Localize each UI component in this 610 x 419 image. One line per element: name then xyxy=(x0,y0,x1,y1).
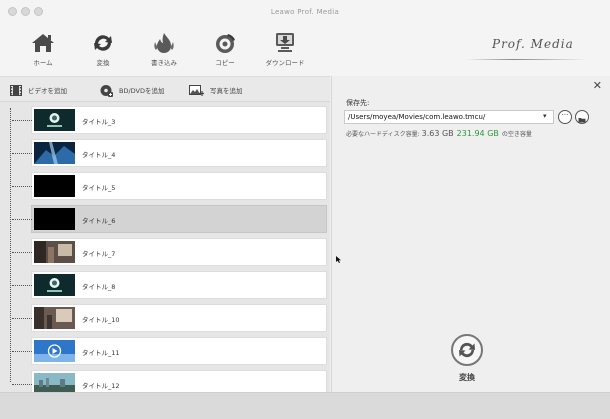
disk-required-value: 3.63 GB xyxy=(421,129,454,138)
tree-branch xyxy=(12,219,32,220)
title-row[interactable]: タイトル_8 xyxy=(12,271,327,299)
title-name: タイトル_12 xyxy=(82,382,120,390)
chevron-down-icon[interactable]: ▾ xyxy=(543,112,547,120)
mouse-cursor-icon xyxy=(336,256,341,263)
convert-icon xyxy=(459,342,475,358)
copy-disc-icon xyxy=(216,34,235,53)
tree-branch xyxy=(12,186,32,187)
title-name: タイトル_3 xyxy=(82,118,116,126)
disk-free-label: の空き容量 xyxy=(501,131,532,138)
tab-convert-label: 変換 xyxy=(96,59,110,67)
app-window: Leawo Prof. Media ホーム 変換 書き込み コピー ダウンロード… xyxy=(0,0,610,419)
tab-home-label: ホーム xyxy=(33,59,53,67)
add-photo-button[interactable]: 写真を追加 xyxy=(189,83,243,97)
tab-burn-label: 書き込み xyxy=(151,59,177,67)
disk-free-value: 231.94 GB xyxy=(456,129,499,138)
tree-branch xyxy=(12,384,32,385)
title-row[interactable]: タイトル_11 xyxy=(12,337,327,365)
status-bar xyxy=(0,392,610,419)
title-thumbnail xyxy=(34,142,75,164)
tree-branch xyxy=(12,252,32,253)
title-name: タイトル_4 xyxy=(82,151,116,159)
add-video-button[interactable]: ビデオを追加 xyxy=(10,83,67,97)
save-to-label: 保存先: xyxy=(346,99,370,107)
main-toolbar: ホーム 変換 書き込み コピー ダウンロード Prof. Media xyxy=(0,24,610,76)
save-path-select[interactable]: /Users/moyea/Movies/com.leawo.tmcu/ xyxy=(344,110,554,124)
tree-branch xyxy=(12,153,32,154)
title-name: タイトル_7 xyxy=(82,250,116,258)
tab-home[interactable]: ホーム xyxy=(17,32,69,67)
window-title: Leawo Prof. Media xyxy=(270,8,340,16)
title-row[interactable]: タイトル_3 xyxy=(12,106,327,134)
title-row[interactable]: タイトル_7 xyxy=(12,238,327,266)
title-thumbnail xyxy=(34,307,75,329)
title-row[interactable]: タイトル_6 xyxy=(12,205,327,233)
tree-branch xyxy=(12,120,32,121)
folder-icon xyxy=(578,118,586,123)
film-icon xyxy=(10,84,22,96)
add-media-bar: ビデオを追加 BD/DVDを追加 写真を追加 xyxy=(0,76,330,102)
tree-branch xyxy=(12,351,32,352)
tree-branch xyxy=(12,318,32,319)
title-name: タイトル_8 xyxy=(82,283,116,291)
title-list: タイトル_3 タイトル_4 タイトル_5 タイトル_6 タイトル_7 タイトル_8 タイトル… xyxy=(0,102,330,398)
add-photo-label: 写真を追加 xyxy=(210,87,243,95)
title-thumbnail xyxy=(34,208,75,230)
convert-icon xyxy=(94,35,112,51)
title-thumbnail xyxy=(34,109,75,131)
add-bd-dvd-button[interactable]: BD/DVDを追加 xyxy=(100,83,165,97)
title-name: タイトル_5 xyxy=(82,184,116,192)
title-thumbnail xyxy=(34,241,75,263)
home-icon xyxy=(32,34,54,52)
add-bd-dvd-label: BD/DVDを追加 xyxy=(119,87,165,95)
logo-underline xyxy=(466,59,586,60)
tab-download-label: ダウンロード xyxy=(265,59,305,67)
disc-add-icon xyxy=(100,84,113,97)
title-thumbnail xyxy=(34,274,75,296)
app-logo: Prof. Media xyxy=(492,37,574,51)
tab-burn[interactable]: 書き込み xyxy=(138,32,190,67)
title-thumbnail xyxy=(34,175,75,197)
tab-convert[interactable]: 変換 xyxy=(77,32,129,67)
disk-space-info: 必要なハードディスク容量: 3.63 GB 231.94 GB の空き容量 xyxy=(346,129,532,138)
title-row[interactable]: タイトル_5 xyxy=(12,172,327,200)
convert-button[interactable] xyxy=(451,334,483,366)
more-options-button[interactable]: ··· xyxy=(558,110,572,124)
tab-download[interactable]: ダウンロード xyxy=(259,32,311,67)
output-panel: ✕ 保存先: /Users/moyea/Movies/com.leawo.tmc… xyxy=(331,76,610,392)
title-name: タイトル_11 xyxy=(82,349,120,357)
title-row[interactable]: タイトル_4 xyxy=(12,139,327,167)
title-name: タイトル_10 xyxy=(82,316,120,324)
convert-label: 変換 xyxy=(459,373,475,382)
open-folder-button[interactable] xyxy=(575,110,589,124)
burn-icon xyxy=(154,33,174,53)
add-video-label: ビデオを追加 xyxy=(28,87,67,95)
close-panel-icon[interactable]: ✕ xyxy=(593,79,602,92)
photo-add-icon xyxy=(189,84,204,96)
title-bar: Leawo Prof. Media xyxy=(0,0,610,24)
tab-copy-label: コピー xyxy=(215,59,235,67)
tab-copy[interactable]: コピー xyxy=(199,32,251,67)
disk-required-label: 必要なハードディスク容量: xyxy=(346,131,420,138)
title-thumbnail xyxy=(34,340,75,362)
tree-connector xyxy=(10,108,11,382)
title-row[interactable]: タイトル_10 xyxy=(12,304,327,332)
tree-branch xyxy=(12,285,32,286)
download-icon xyxy=(276,33,294,52)
title-name: タイトル_6 xyxy=(82,217,116,225)
